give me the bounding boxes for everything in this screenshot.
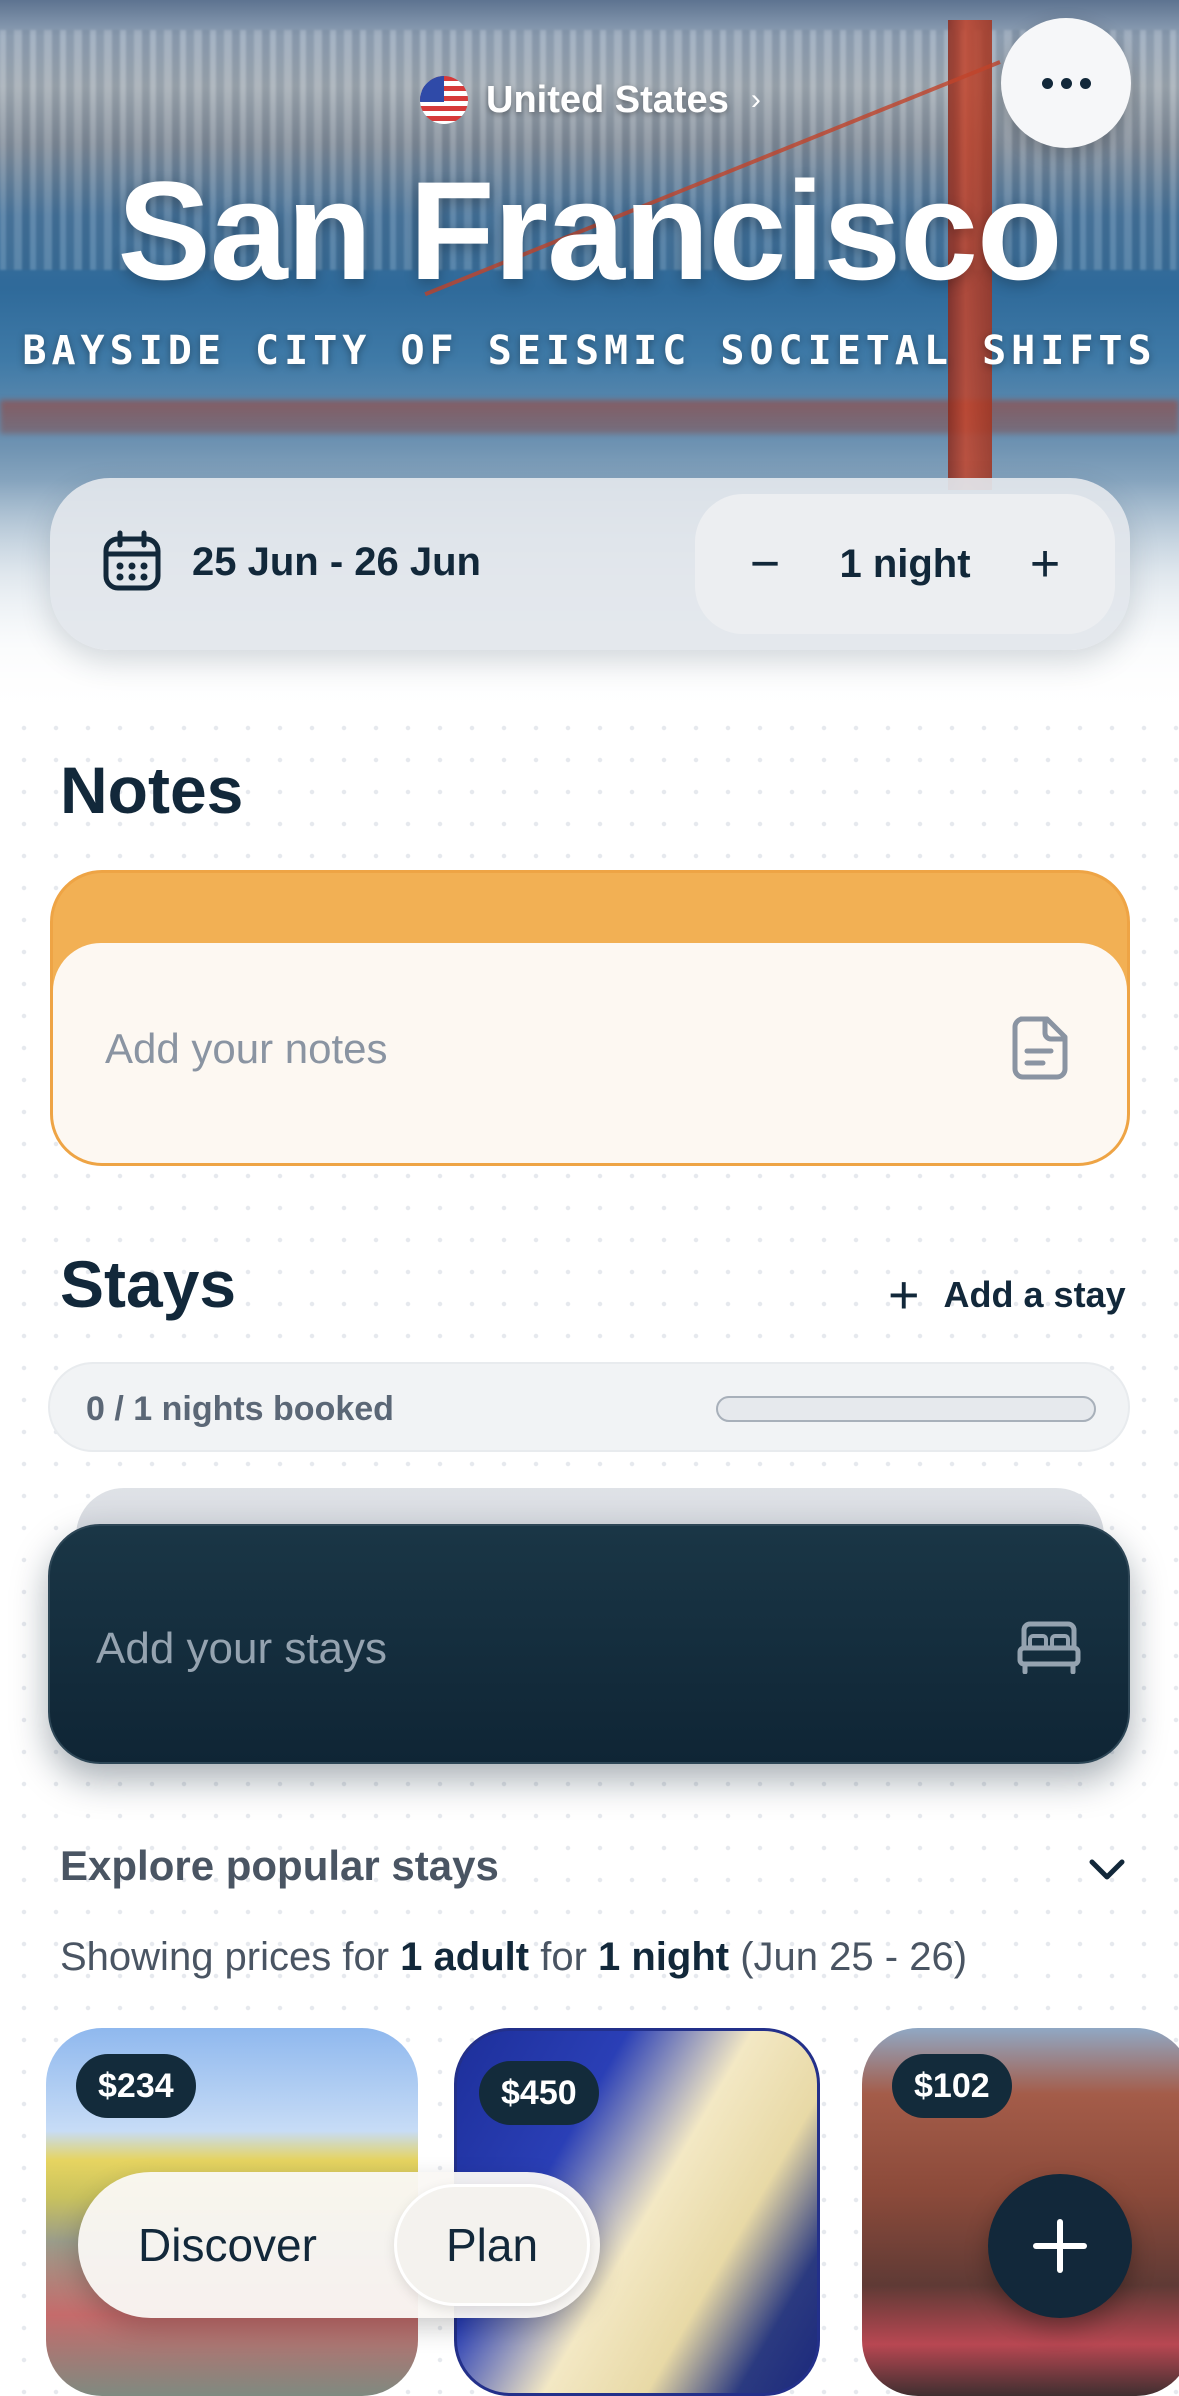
add-button[interactable] xyxy=(988,2174,1132,2318)
tab-discover[interactable]: Discover xyxy=(138,2218,317,2272)
country-label: United States xyxy=(486,78,729,121)
notes-card[interactable]: Add your notes xyxy=(50,870,1130,1166)
notes-placeholder: Add your notes xyxy=(105,1025,388,1072)
price-badge: $234 xyxy=(76,2054,196,2118)
stays-placeholder: Add your stays xyxy=(96,1624,388,1673)
date-bar: 25 Jun - 26 Jun − 1 night + xyxy=(50,478,1130,650)
date-range[interactable]: 25 Jun - 26 Jun xyxy=(192,540,481,585)
increment-nights-button[interactable]: + xyxy=(1025,534,1065,594)
adults-count: 1 adult xyxy=(400,1935,530,1979)
decrement-nights-button[interactable]: − xyxy=(745,534,785,594)
more-dot-icon xyxy=(1060,77,1072,89)
date-range-text: (Jun 25 - 26) xyxy=(740,1935,968,1979)
stays-card[interactable]: Add your stays xyxy=(48,1524,1130,1764)
chevron-down-icon[interactable] xyxy=(1086,1848,1128,1890)
for-word: for xyxy=(540,1935,587,1979)
add-stay-button[interactable]: + Add a stay xyxy=(888,1268,1126,1322)
nights-stepper: − 1 night + xyxy=(695,494,1115,634)
more-dot-icon xyxy=(1079,77,1091,89)
nights-booked-progress: 0 / 1 nights booked xyxy=(48,1362,1130,1452)
nights-count-text: 1 night xyxy=(598,1935,730,1979)
nights-count: 1 night xyxy=(839,541,971,586)
price-badge: $450 xyxy=(479,2061,599,2125)
notes-input-area[interactable]: Add your notes xyxy=(53,943,1127,1163)
hero-bridge-deck xyxy=(0,400,1179,434)
price-badge: $102 xyxy=(892,2054,1012,2118)
more-options-button[interactable] xyxy=(1001,18,1131,148)
us-flag-icon xyxy=(420,76,468,124)
city-title: San Francisco xyxy=(117,152,1062,309)
country-selector[interactable]: United States › xyxy=(420,74,761,126)
plus-icon xyxy=(1033,2219,1087,2273)
plus-icon: + xyxy=(888,1265,920,1325)
chevron-right-icon: › xyxy=(750,83,761,116)
tab-plan[interactable]: Plan xyxy=(394,2184,590,2306)
stays-title: Stays xyxy=(60,1247,237,1321)
booking-progress-bar xyxy=(716,1396,1096,1422)
more-dot-icon xyxy=(1041,77,1053,89)
notes-title: Notes xyxy=(60,753,244,827)
add-stay-label: Add a stay xyxy=(943,1274,1126,1315)
explore-popular-stays-title[interactable]: Explore popular stays xyxy=(60,1842,499,1890)
mode-switch: Discover Plan xyxy=(78,2172,600,2318)
document-icon xyxy=(1012,1016,1068,1080)
nights-booked-label: 0 / 1 nights booked xyxy=(86,1390,394,1428)
calendar-icon[interactable] xyxy=(102,530,162,592)
bed-icon xyxy=(1017,1621,1081,1674)
city-tagline: BAYSIDE CITY OF SEISMIC SOCIETAL SHIFTS xyxy=(22,328,1157,374)
showing-prefix: Showing prices for xyxy=(60,1935,390,1979)
price-context-text: Showing prices for 1 adult for 1 night (… xyxy=(60,1935,967,1980)
